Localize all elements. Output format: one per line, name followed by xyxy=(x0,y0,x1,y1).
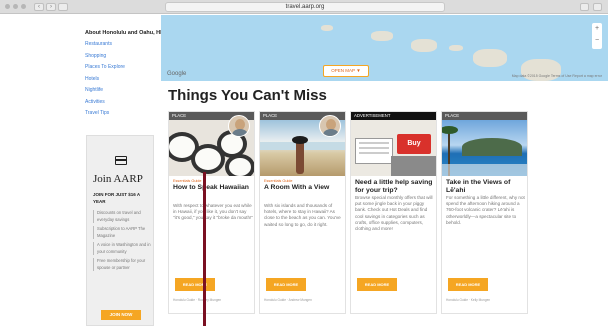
article-card[interactable]: PLACE Essentials Guide How to Speak Hawa… xyxy=(168,111,255,314)
island-shape xyxy=(473,49,507,67)
island-shape xyxy=(411,39,437,52)
card-kicker: Essentials Guide xyxy=(264,179,293,183)
card-label: ADVERTISEMENT xyxy=(351,112,436,120)
card-body: With six islands and thousands of hotels… xyxy=(264,203,341,227)
card-title[interactable]: Need a little help saving for your trip? xyxy=(355,179,435,194)
open-map-button[interactable]: OPEN MAP ▼ xyxy=(323,65,369,77)
read-more-button[interactable]: READ MORE xyxy=(266,278,306,291)
card-title[interactable]: Take in the Views of Lē'ahi xyxy=(446,179,526,194)
benefit-item: Discounts on travel and everyday savings xyxy=(93,210,151,223)
card-body: For something a little different, why no… xyxy=(446,195,525,225)
card-byline: Honolulu Guide · Kelly Mungen xyxy=(446,298,491,302)
card-byline: Honolulu Guide · Rodney Mungen xyxy=(173,298,222,302)
forward-button[interactable]: › xyxy=(46,2,56,11)
sidebar-item-places[interactable]: Places To Explore xyxy=(85,64,125,76)
benefit-item: Subscription to AARP The Magazine xyxy=(93,226,151,239)
author-avatar xyxy=(228,115,250,137)
browser-toolbar: ‹ › travel.aarp.org xyxy=(0,0,608,14)
ad-photo[interactable]: Buy xyxy=(351,120,436,176)
sidebar-item-travel-tips[interactable]: Travel Tips xyxy=(85,110,125,122)
join-now-button[interactable]: JOIN NOW xyxy=(101,310,141,320)
address-bar[interactable]: travel.aarp.org xyxy=(165,2,445,12)
advertisement-card[interactable]: Buy ADVERTISEMENT Need a little help sav… xyxy=(350,111,437,314)
sidebar-title: About Honolulu and Oahu, HI xyxy=(85,30,162,36)
article-card[interactable]: PLACE Take in the Views of Lē'ahi For so… xyxy=(441,111,528,314)
share-button[interactable] xyxy=(580,3,589,11)
card-body: With respect to whatever you eat while i… xyxy=(173,203,253,221)
island-shape xyxy=(449,45,463,51)
article-card[interactable]: PLACE Essentials Guide A Room With a Vie… xyxy=(259,111,346,314)
card-label: PLACE xyxy=(442,112,527,120)
join-benefits-list: Discounts on travel and everyday savings… xyxy=(93,210,151,274)
credit-card-icon xyxy=(115,156,127,165)
sidebar-item-activities[interactable]: Activities xyxy=(85,99,125,111)
island-shape xyxy=(321,25,333,31)
sidebar-item-shopping[interactable]: Shopping xyxy=(85,53,125,65)
tabs-button[interactable] xyxy=(593,3,602,11)
annotation-pointer xyxy=(203,172,206,326)
sidebar-nav: Restaurants Shopping Places To Explore H… xyxy=(85,41,125,122)
author-avatar xyxy=(319,115,341,137)
sidebar-item-restaurants[interactable]: Restaurants xyxy=(85,41,125,53)
window-controls[interactable] xyxy=(5,4,26,9)
map-zoom-control[interactable]: + − xyxy=(592,23,602,49)
join-title: Join AARP xyxy=(93,173,143,185)
buy-key: Buy xyxy=(397,134,431,154)
card-body: Browse special monthly offers that will … xyxy=(355,195,433,232)
article-photo[interactable] xyxy=(442,120,527,176)
read-more-button[interactable]: READ MORE xyxy=(448,278,488,291)
benefit-item: Free membership for your spouse or partn… xyxy=(93,258,151,271)
card-title[interactable]: A Room With a View xyxy=(264,184,344,192)
read-more-button[interactable]: READ MORE xyxy=(357,278,397,291)
map[interactable]: + − Google OPEN MAP ▼ Map data ©2015 Goo… xyxy=(161,15,608,81)
zoom-in-button[interactable]: + xyxy=(592,23,602,35)
join-subtitle: JOIN FOR JUST $16 A YEAR xyxy=(93,192,140,204)
card-title[interactable]: How to Speak Hawaiian xyxy=(173,184,253,192)
card-byline: Honolulu Guide · Andrew Mungen xyxy=(264,298,312,302)
join-aarp-panel: Join AARP JOIN FOR JUST $16 A YEAR Disco… xyxy=(86,135,154,326)
google-logo: Google xyxy=(167,71,187,77)
sidebar-toggle-button[interactable] xyxy=(58,2,68,11)
map-attribution: Map data ©2015 Google Terms of Use Repor… xyxy=(511,74,602,78)
sidebar-item-nightlife[interactable]: Nightlife xyxy=(85,87,125,99)
back-button[interactable]: ‹ xyxy=(34,2,44,11)
read-more-button[interactable]: READ MORE xyxy=(175,278,215,291)
card-kicker: Essentials Guide xyxy=(173,179,202,183)
sidebar-item-hotels[interactable]: Hotels xyxy=(85,76,125,88)
island-shape xyxy=(371,31,393,41)
zoom-out-button[interactable]: − xyxy=(592,35,602,47)
section-heading: Things You Can't Miss xyxy=(168,87,327,104)
benefit-item: A voice in Washington and in your commun… xyxy=(93,242,151,255)
